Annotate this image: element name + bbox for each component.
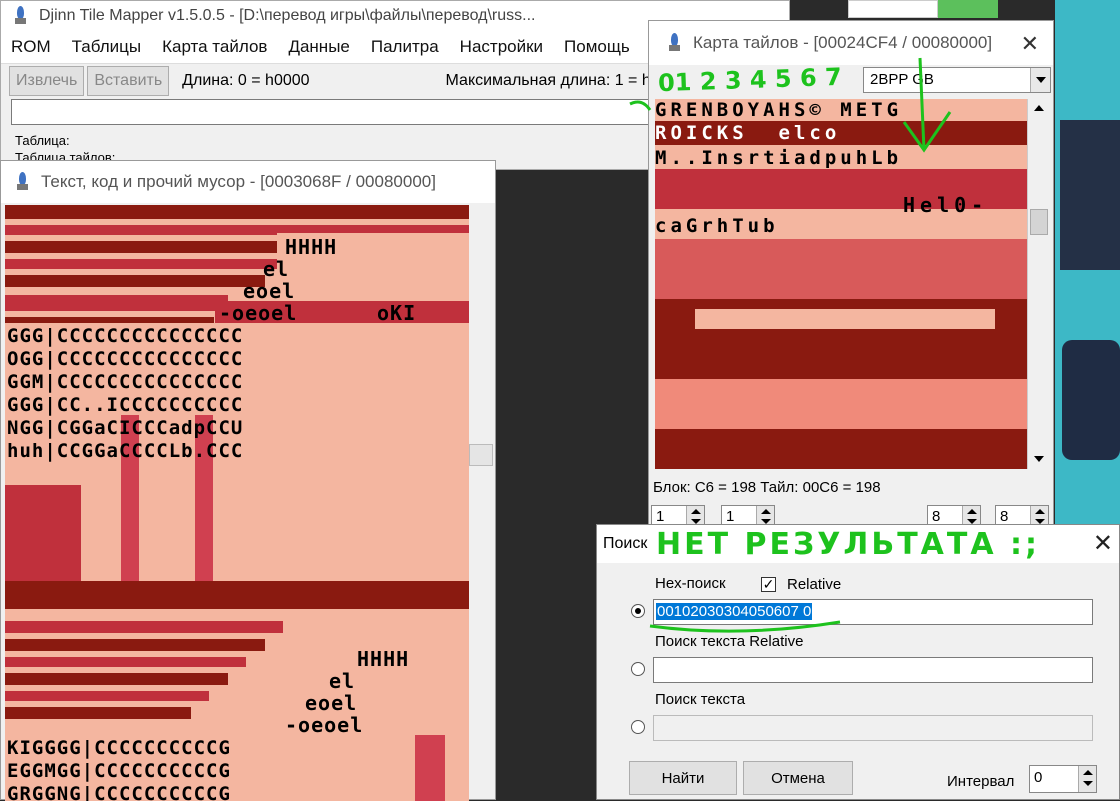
annotation-strokes bbox=[629, 57, 952, 633]
